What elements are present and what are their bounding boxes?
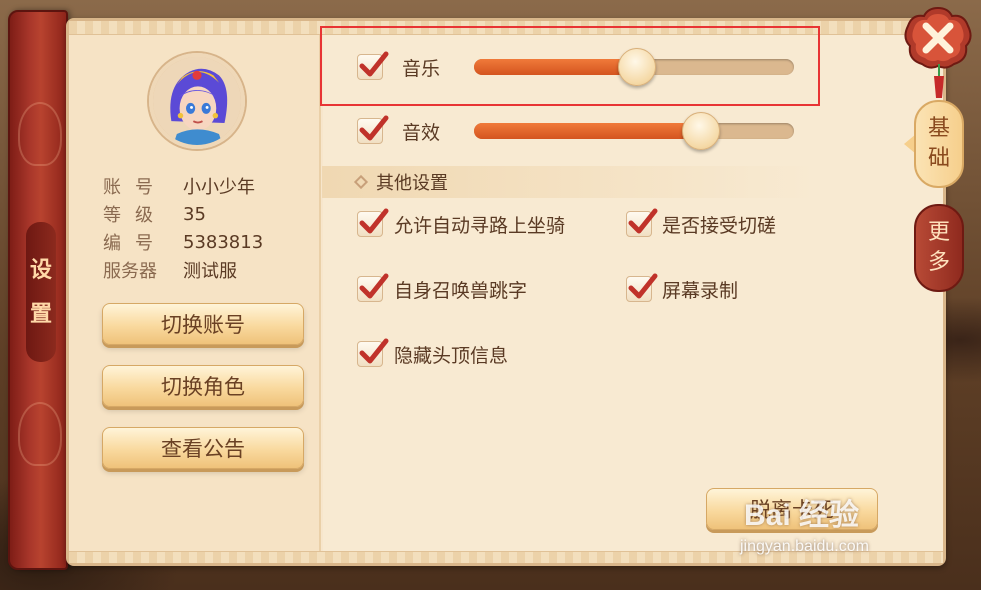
id-value: 5383813 [183,231,264,253]
checkmark-icon [359,115,389,141]
view-notice-button[interactable]: 查看公告 [102,427,304,469]
sfx-slider-fill [474,123,702,139]
checkmark-icon [628,208,658,234]
tab-more[interactable]: 更 多 [914,204,964,292]
accept-duel-checkbox[interactable] [626,208,658,237]
close-icon [904,6,972,69]
diamond-icon [353,174,369,190]
tab-basic-char: 基 [927,116,950,141]
switch-account-button[interactable]: 切换账号 [102,303,304,345]
tassel-icon [934,64,944,98]
checkmark-icon [359,338,389,364]
auto-mount-checkbox[interactable] [357,208,389,237]
hide-head-info-label: 隐藏头顶信息 [394,344,509,367]
info-row-account: 账号 小小少年 [103,173,303,199]
tassel-ornament [934,64,944,98]
switch-role-button[interactable]: 切换角色 [102,365,304,407]
info-row-id: 编号 5383813 [103,229,303,255]
info-row-level: 等级 35 [103,201,303,227]
music-slider-knob[interactable] [618,48,657,86]
avatar [149,53,245,149]
server-value: 测试服 [183,261,237,282]
hide-head-info-checkbox[interactable] [357,338,389,367]
info-row-server: 服务器 测试服 [103,257,303,283]
sfx-checkbox[interactable] [357,115,389,144]
tab-basic-char: 础 [927,146,950,171]
character-portrait-icon [153,57,241,145]
settings-sidebar-spine: 设 置 [8,10,68,570]
info-key: 账号 [103,177,167,198]
unstuck-button[interactable]: 脱离卡死 [706,488,878,530]
panel-bottom-border [69,551,943,563]
screen-record-label: 屏幕录制 [662,279,739,302]
other-settings-header: 其他设置 [322,166,942,198]
tab-more-char: 更 [927,220,950,245]
music-label: 音乐 [402,57,441,80]
music-checkbox[interactable] [357,51,389,80]
music-slider-fill [474,59,638,75]
profile-column: 账号 小小少年 等级 35 编号 5383813 服务器 测试服 切换账号 切换… [69,35,321,551]
checkmark-icon [359,208,389,234]
accept-duel-label: 是否接受切磋 [662,214,777,237]
auto-mount-label: 允许自动寻路上坐骑 [394,214,566,237]
info-key: 等级 [103,205,167,226]
tab-more-char: 多 [927,250,950,275]
pet-damage-text-label: 自身召唤兽跳字 [394,279,528,302]
level-value: 35 [183,203,206,225]
screen-record-checkbox[interactable] [626,273,658,302]
account-name: 小小少年 [183,177,255,198]
checkmark-icon [359,273,389,299]
sfx-slider-knob[interactable] [682,112,721,150]
sfx-slider[interactable] [474,112,794,150]
settings-title-char: 设 [29,257,52,283]
sfx-label: 音效 [402,121,441,144]
tab-basic[interactable]: 基 础 [914,100,964,188]
checkmark-icon [628,273,658,299]
close-button[interactable] [904,6,972,70]
settings-title-char: 置 [29,301,52,327]
pet-damage-text-checkbox[interactable] [357,273,389,302]
music-slider[interactable] [474,48,794,86]
other-settings-title: 其他设置 [376,173,448,194]
info-key: 服务器 [103,261,157,282]
settings-title: 设 置 [26,222,56,362]
checkmark-icon [359,51,389,77]
info-key: 编号 [103,233,167,254]
